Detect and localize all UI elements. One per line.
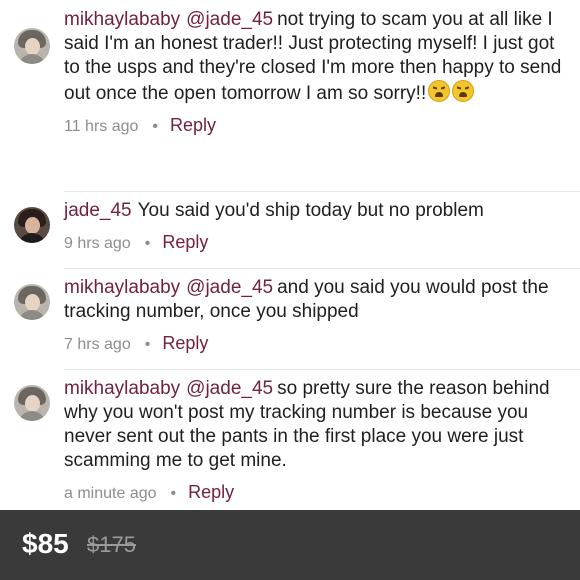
price: $85 [22, 528, 69, 559]
comment-mention[interactable]: @jade_45 [186, 378, 273, 399]
comment-mention[interactable]: @jade_45 [186, 9, 273, 30]
comment-meta: 9 hrs ago • Reply [64, 232, 564, 254]
comment-text-block: jade_45 You said you'd ship today but no … [64, 199, 564, 223]
comment-username[interactable]: jade_45 [64, 200, 132, 221]
avatar[interactable] [14, 284, 50, 320]
comment-text-block: mikhaylababy @jade_45 and you said you wou… [64, 276, 564, 324]
avatar[interactable] [14, 207, 50, 243]
comment-list: mikhaylababy @jade_45 not trying to scam y… [0, 0, 580, 510]
separator-dot: • [170, 485, 177, 502]
avatar[interactable] [14, 385, 50, 421]
comment-mention[interactable]: @jade_45 [186, 277, 273, 298]
reply-button[interactable]: Reply [162, 232, 208, 252]
comment-text-block: mikhaylababy @jade_45 so pretty sure the r… [64, 377, 564, 473]
comment-username[interactable]: mikhaylababy [64, 378, 180, 399]
comment-timestamp: 7 hrs ago [64, 336, 131, 353]
separator-dot: • [144, 235, 151, 252]
comment-username[interactable]: mikhaylababy [64, 277, 180, 298]
comment-meta: a minute ago • Reply [64, 482, 564, 504]
divider [64, 268, 580, 269]
comment-meta: 11 hrs ago • Reply [64, 115, 564, 137]
reply-button[interactable]: Reply [170, 115, 216, 135]
original-price: $175 [87, 532, 136, 557]
comment-text: You said you'd ship today but no problem [137, 200, 484, 221]
comment-username[interactable]: mikhaylababy [64, 9, 180, 30]
comment-timestamp: a minute ago [64, 485, 157, 502]
divider [64, 191, 580, 192]
reply-button[interactable]: Reply [162, 333, 208, 353]
reply-button[interactable]: Reply [188, 482, 234, 502]
comment-timestamp: 9 hrs ago [64, 235, 131, 252]
comment-timestamp: 11 hrs ago [64, 118, 139, 135]
comment-meta: 7 hrs ago • Reply [64, 333, 564, 355]
avatar[interactable] [14, 28, 50, 64]
price-bar: $85 $175 [0, 510, 580, 580]
comment-text-block: mikhaylababy @jade_45 not trying to scam y… [64, 8, 564, 106]
separator-dot: • [144, 336, 151, 353]
weary-face-emoji-icon [452, 80, 475, 102]
weary-face-emoji-icon [428, 80, 451, 102]
divider [64, 369, 580, 370]
separator-dot: • [152, 118, 159, 135]
